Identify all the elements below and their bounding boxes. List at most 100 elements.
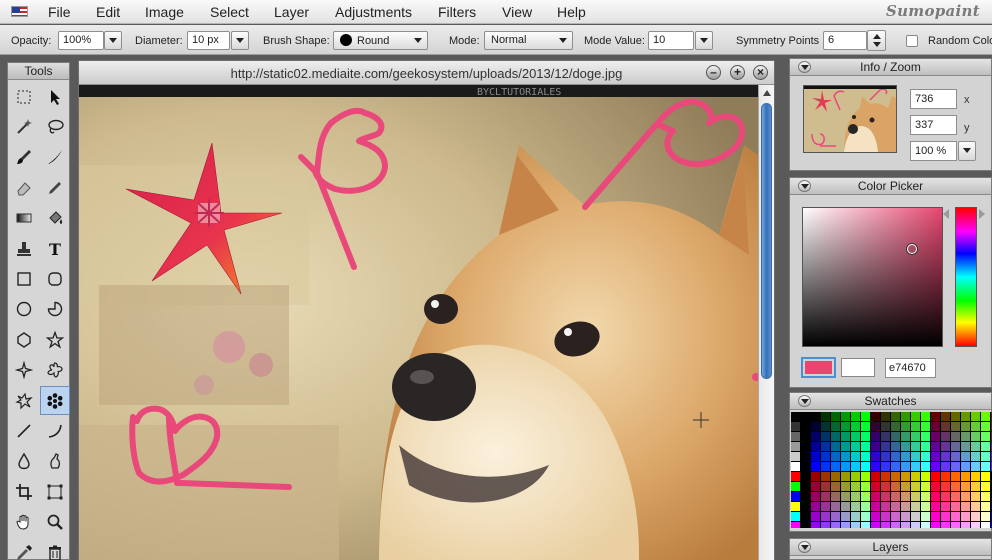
color-swatch[interactable] xyxy=(871,522,880,528)
canvas[interactable]: BYCLTUTORIALES xyxy=(79,85,758,560)
color-swatch[interactable] xyxy=(971,502,980,511)
foreground-color-swatch[interactable] xyxy=(801,357,836,378)
color-swatch[interactable] xyxy=(861,452,870,461)
brush-shape-select[interactable]: Round xyxy=(333,31,428,50)
color-swatch[interactable] xyxy=(971,442,980,451)
color-swatch[interactable] xyxy=(811,492,820,501)
color-swatch[interactable] xyxy=(791,422,800,431)
color-swatch[interactable] xyxy=(811,412,820,421)
color-swatch[interactable] xyxy=(851,412,860,421)
color-swatch[interactable] xyxy=(941,502,950,511)
color-swatch[interactable] xyxy=(931,442,940,451)
symmetry-points-stepper[interactable] xyxy=(867,30,886,51)
maximize-icon[interactable]: + xyxy=(730,65,745,80)
color-swatch[interactable] xyxy=(911,522,920,528)
color-swatch[interactable] xyxy=(941,422,950,431)
color-swatch[interactable] xyxy=(891,412,900,421)
menu-view[interactable]: View xyxy=(502,4,532,20)
color-swatch[interactable] xyxy=(791,482,800,491)
color-swatch[interactable] xyxy=(871,462,880,471)
color-swatch[interactable] xyxy=(971,472,980,481)
color-swatch[interactable] xyxy=(911,412,920,421)
color-swatch[interactable] xyxy=(901,432,910,441)
color-swatch[interactable] xyxy=(931,492,940,501)
color-swatch[interactable] xyxy=(841,412,850,421)
color-swatch[interactable] xyxy=(951,412,960,421)
color-swatch[interactable] xyxy=(891,512,900,521)
color-swatch[interactable] xyxy=(871,492,880,501)
color-swatch[interactable] xyxy=(871,472,880,481)
color-swatch[interactable] xyxy=(861,472,870,481)
color-swatch[interactable] xyxy=(951,512,960,521)
opacity-field[interactable]: 100% xyxy=(58,31,104,50)
color-swatch[interactable] xyxy=(911,452,920,461)
color-swatch[interactable] xyxy=(921,512,930,521)
color-swatch[interactable] xyxy=(961,472,970,481)
color-swatch[interactable] xyxy=(791,432,800,441)
color-swatch[interactable] xyxy=(911,472,920,481)
color-swatch[interactable] xyxy=(911,432,920,441)
diameter-field[interactable]: 10 px xyxy=(187,31,230,50)
color-swatch[interactable] xyxy=(851,522,860,528)
color-swatch[interactable] xyxy=(811,432,820,441)
color-swatch[interactable] xyxy=(821,462,830,471)
color-swatch[interactable] xyxy=(831,422,840,431)
swatches-header[interactable]: Swatches xyxy=(790,393,991,410)
color-swatch[interactable] xyxy=(931,432,940,441)
star-tool[interactable] xyxy=(40,325,70,354)
color-swatch[interactable] xyxy=(981,512,990,521)
rectangle-tool[interactable] xyxy=(9,264,39,293)
color-swatch[interactable] xyxy=(901,482,910,491)
menu-help[interactable]: Help xyxy=(557,4,586,20)
color-swatch[interactable] xyxy=(941,512,950,521)
line-tool[interactable] xyxy=(9,416,39,445)
color-swatch[interactable] xyxy=(881,442,890,451)
color-swatch[interactable] xyxy=(971,452,980,461)
color-swatch[interactable] xyxy=(811,422,820,431)
color-swatch[interactable] xyxy=(961,462,970,471)
color-swatch[interactable] xyxy=(901,462,910,471)
color-swatch[interactable] xyxy=(841,512,850,521)
menu-edit[interactable]: Edit xyxy=(96,4,120,20)
color-swatch[interactable] xyxy=(811,502,820,511)
color-swatch[interactable] xyxy=(901,452,910,461)
color-swatch[interactable] xyxy=(791,452,800,461)
blob-shape-tool[interactable] xyxy=(9,386,39,415)
color-swatch[interactable] xyxy=(941,442,950,451)
collapse-icon[interactable] xyxy=(798,541,811,553)
color-swatch[interactable] xyxy=(891,442,900,451)
color-swatch[interactable] xyxy=(921,422,930,431)
color-swatch[interactable] xyxy=(801,512,810,521)
color-swatch[interactable] xyxy=(921,452,930,461)
fill-tool[interactable] xyxy=(40,204,70,233)
color-swatch[interactable] xyxy=(831,432,840,441)
color-swatch[interactable] xyxy=(951,492,960,501)
hue-slider[interactable] xyxy=(955,207,977,347)
color-swatch[interactable] xyxy=(921,502,930,511)
color-swatch[interactable] xyxy=(811,522,820,528)
color-swatch[interactable] xyxy=(981,452,990,461)
color-swatch[interactable] xyxy=(821,482,830,491)
color-swatch[interactable] xyxy=(831,412,840,421)
color-swatch[interactable] xyxy=(911,462,920,471)
hex-color-field[interactable]: e74670 xyxy=(885,358,936,378)
color-swatch[interactable] xyxy=(951,482,960,491)
background-color-swatch[interactable] xyxy=(841,358,875,377)
color-swatch[interactable] xyxy=(801,412,810,421)
color-swatch[interactable] xyxy=(961,452,970,461)
color-swatch[interactable] xyxy=(851,422,860,431)
rounded-rectangle-tool[interactable] xyxy=(40,264,70,293)
color-swatch[interactable] xyxy=(931,422,940,431)
menu-filters[interactable]: Filters xyxy=(438,4,476,20)
color-swatch[interactable] xyxy=(821,452,830,461)
color-swatch[interactable] xyxy=(881,452,890,461)
color-swatch[interactable] xyxy=(881,482,890,491)
menu-adjustments[interactable]: Adjustments xyxy=(335,4,412,20)
color-swatch[interactable] xyxy=(951,522,960,528)
calligraphy-tool[interactable] xyxy=(40,143,70,172)
color-swatch[interactable] xyxy=(931,512,940,521)
color-swatch[interactable] xyxy=(801,432,810,441)
color-swatch[interactable] xyxy=(831,452,840,461)
color-swatch[interactable] xyxy=(901,422,910,431)
color-swatch[interactable] xyxy=(971,482,980,491)
